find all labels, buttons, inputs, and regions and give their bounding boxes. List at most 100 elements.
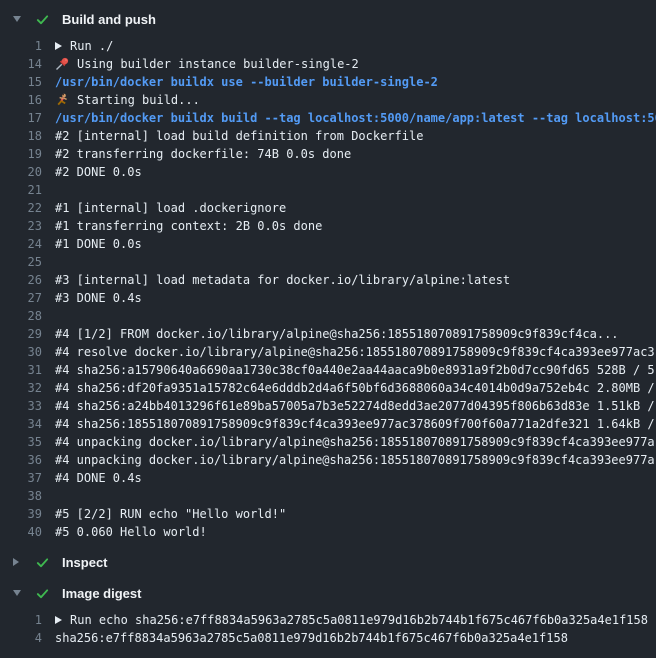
line-number[interactable]: 29 xyxy=(0,327,42,341)
log-text: #4 sha256:df20fa9351a15782c64e6dddb2d4a6… xyxy=(55,381,655,395)
log-text: /usr/bin/docker buildx build --tag local… xyxy=(55,111,656,125)
log-line-content: Starting build... xyxy=(55,93,200,107)
log-line-content: #4 DONE 0.4s xyxy=(55,471,142,485)
expand-group-icon[interactable] xyxy=(55,616,62,624)
log-section: Build and push 1 Run ./ 14 Using builder… xyxy=(0,9,656,541)
line-number[interactable]: 16 xyxy=(0,93,42,107)
workflow-log-viewer: Build and push 1 Run ./ 14 Using builder… xyxy=(0,0,656,647)
log-line-content: #3 [internal] load metadata for docker.i… xyxy=(55,273,510,287)
check-icon xyxy=(35,555,50,570)
log-line-content: #3 DONE 0.4s xyxy=(55,291,142,305)
log-text: #3 DONE 0.4s xyxy=(55,291,142,305)
log-line: 21 xyxy=(0,181,656,199)
log-line: 40 #5 0.060 Hello world! xyxy=(0,523,656,541)
section-log-lines: 1 Run echo sha256:e7ff8834a5963a2785c5a0… xyxy=(0,611,656,647)
log-line-content: Run ./ xyxy=(55,39,113,53)
line-number[interactable]: 14 xyxy=(0,57,42,71)
log-text: #2 transferring dockerfile: 74B 0.0s don… xyxy=(55,147,351,161)
line-number[interactable]: 15 xyxy=(0,75,42,89)
log-line: 24 #1 DONE 0.0s xyxy=(0,235,656,253)
line-number[interactable]: 21 xyxy=(0,183,42,197)
log-text: sha256:e7ff8834a5963a2785c5a0811e979d16b… xyxy=(55,631,568,645)
log-text: Using builder instance builder-single-2 xyxy=(77,57,359,71)
log-line-content: #4 sha256:df20fa9351a15782c64e6dddb2d4a6… xyxy=(55,381,655,395)
log-text: Starting build... xyxy=(77,93,200,107)
log-text: #1 transferring context: 2B 0.0s done xyxy=(55,219,322,233)
line-number[interactable]: 1 xyxy=(0,613,42,627)
line-number[interactable]: 26 xyxy=(0,273,42,287)
line-number[interactable]: 27 xyxy=(0,291,42,305)
log-line: 23 #1 transferring context: 2B 0.0s done xyxy=(0,217,656,235)
log-line-content: #4 [1/2] FROM docker.io/library/alpine@s… xyxy=(55,327,619,341)
log-line: 17 /usr/bin/docker buildx build --tag lo… xyxy=(0,109,656,127)
log-line-content: #4 sha256:185518070891758909c9f839cf4ca3… xyxy=(55,417,655,431)
log-line-content: #5 0.060 Hello world! xyxy=(55,525,207,539)
log-line-content: /usr/bin/docker buildx use --builder bui… xyxy=(55,75,438,89)
chevron-icon[interactable] xyxy=(13,590,23,596)
log-line-content: Run echo sha256:e7ff8834a5963a2785c5a081… xyxy=(55,613,648,627)
line-number[interactable]: 37 xyxy=(0,471,42,485)
line-number[interactable]: 4 xyxy=(0,631,42,645)
line-number[interactable]: 19 xyxy=(0,147,42,161)
line-number[interactable]: 23 xyxy=(0,219,42,233)
log-text: #1 DONE 0.0s xyxy=(55,237,142,251)
log-line-content: #4 resolve docker.io/library/alpine@sha2… xyxy=(55,345,655,359)
line-number[interactable]: 1 xyxy=(0,39,42,53)
log-line-content: #4 unpacking docker.io/library/alpine@sh… xyxy=(55,453,655,467)
log-line-content: #1 transferring context: 2B 0.0s done xyxy=(55,219,322,233)
line-number[interactable]: 39 xyxy=(0,507,42,521)
line-number[interactable]: 32 xyxy=(0,381,42,395)
log-line: 20 #2 DONE 0.0s xyxy=(0,163,656,181)
log-line: 36 #4 unpacking docker.io/library/alpine… xyxy=(0,451,656,469)
expand-group-icon[interactable] xyxy=(55,42,62,50)
log-text: #4 DONE 0.4s xyxy=(55,471,142,485)
chevron-icon[interactable] xyxy=(13,558,23,566)
log-line: 19 #2 transferring dockerfile: 74B 0.0s … xyxy=(0,145,656,163)
line-number[interactable]: 24 xyxy=(0,237,42,251)
log-line: 14 Using builder instance builder-single… xyxy=(0,55,656,73)
line-number[interactable]: 20 xyxy=(0,165,42,179)
log-line: 29 #4 [1/2] FROM docker.io/library/alpin… xyxy=(0,325,656,343)
log-line: 15 /usr/bin/docker buildx use --builder … xyxy=(0,73,656,91)
line-number[interactable]: 28 xyxy=(0,309,42,323)
log-text: #5 0.060 Hello world! xyxy=(55,525,207,539)
log-line: 30 #4 resolve docker.io/library/alpine@s… xyxy=(0,343,656,361)
line-number[interactable]: 35 xyxy=(0,435,42,449)
section-header[interactable]: Image digest xyxy=(0,583,656,603)
log-line-content: #2 DONE 0.0s xyxy=(55,165,142,179)
log-line: 26 #3 [internal] load metadata for docke… xyxy=(0,271,656,289)
log-text: Run echo sha256:e7ff8834a5963a2785c5a081… xyxy=(70,613,648,627)
chevron-icon[interactable] xyxy=(13,16,23,22)
log-text: /usr/bin/docker buildx use --builder bui… xyxy=(55,75,438,89)
log-text: #1 [internal] load .dockerignore xyxy=(55,201,286,215)
log-section: Image digest 1 Run echo sha256:e7ff8834a… xyxy=(0,583,656,647)
log-line-content: /usr/bin/docker buildx build --tag local… xyxy=(55,111,656,125)
line-number[interactable]: 40 xyxy=(0,525,42,539)
line-number[interactable]: 36 xyxy=(0,453,42,467)
line-number[interactable]: 33 xyxy=(0,399,42,413)
line-number[interactable]: 17 xyxy=(0,111,42,125)
line-number[interactable]: 31 xyxy=(0,363,42,377)
section-title: Inspect xyxy=(62,555,108,570)
line-number[interactable]: 38 xyxy=(0,489,42,503)
line-number[interactable]: 30 xyxy=(0,345,42,359)
line-number[interactable]: 34 xyxy=(0,417,42,431)
log-line-content: #2 transferring dockerfile: 74B 0.0s don… xyxy=(55,147,351,161)
log-line-content: #2 [internal] load build definition from… xyxy=(55,129,423,143)
log-text: #4 unpacking docker.io/library/alpine@sh… xyxy=(55,453,655,467)
log-line: 38 xyxy=(0,487,656,505)
log-line: 37 #4 DONE 0.4s xyxy=(0,469,656,487)
log-line: 39 #5 [2/2] RUN echo "Hello world!" xyxy=(0,505,656,523)
log-line: 1 Run echo sha256:e7ff8834a5963a2785c5a0… xyxy=(0,611,656,629)
log-text: #4 sha256:185518070891758909c9f839cf4ca3… xyxy=(55,417,655,431)
line-number[interactable]: 22 xyxy=(0,201,42,215)
log-line: 4 sha256:e7ff8834a5963a2785c5a0811e979d1… xyxy=(0,629,656,647)
runner-emoji xyxy=(55,93,69,107)
section-header[interactable]: Inspect xyxy=(0,552,656,572)
check-icon xyxy=(35,586,50,601)
line-number[interactable]: 25 xyxy=(0,255,42,269)
line-number[interactable]: 18 xyxy=(0,129,42,143)
log-text: #4 [1/2] FROM docker.io/library/alpine@s… xyxy=(55,327,619,341)
log-line-content: sha256:e7ff8834a5963a2785c5a0811e979d16b… xyxy=(55,631,568,645)
section-header[interactable]: Build and push xyxy=(0,9,656,29)
